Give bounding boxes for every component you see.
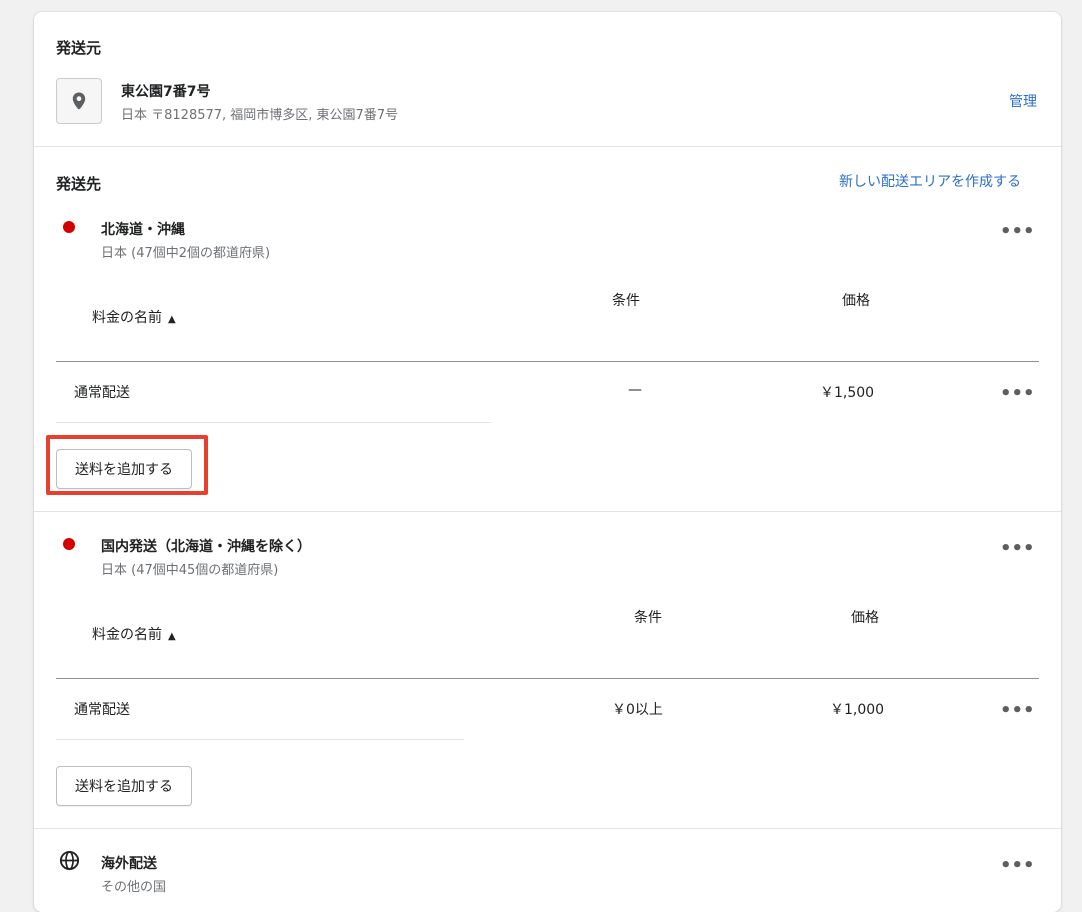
zone-more-actions-button[interactable]: ••• [1000, 223, 1035, 241]
zone-subtitle: その他の国 [101, 880, 167, 895]
create-zone-link[interactable]: 新しい配送エリアを作成する [839, 171, 1021, 191]
shipping-card: 発送元 東公園7番7号 日本 〒8128577, 福岡市博多区, 東公園7番7号… [34, 12, 1061, 912]
zone-name: 国内発送（北海道・沖縄を除く） [101, 539, 311, 555]
destination-heading: 発送先 [56, 175, 102, 193]
origin-address: 日本 〒8128577, 福岡市博多区, 東公園7番7号 [121, 108, 399, 123]
price-column-header: 価格 [851, 610, 879, 626]
rate-name: 通常配送 [74, 385, 130, 401]
zone-subtitle: 日本 (47個中45個の都道府県) [101, 563, 279, 578]
table-header-divider [56, 678, 1039, 679]
rate-more-actions-button[interactable]: ••• [1000, 702, 1035, 720]
rate-more-actions-button[interactable]: ••• [1000, 385, 1035, 403]
location-pin-icon [72, 92, 86, 110]
rate-condition: ￥0以上 [612, 702, 663, 718]
add-rate-button[interactable]: 送料を追加する [56, 449, 192, 489]
rate-name-column-header[interactable]: 料金の名前 ▲ [92, 307, 176, 327]
rate-name: 通常配送 [74, 702, 130, 718]
zone-divider [34, 828, 1061, 829]
origin-location-name: 東公園7番7号 [121, 84, 211, 100]
price-column-header: 価格 [842, 293, 870, 309]
globe-icon [59, 850, 80, 871]
zone-name: 海外配送 [101, 856, 157, 872]
manage-link[interactable]: 管理 [1009, 91, 1037, 111]
rate-name-column-header[interactable]: 料金の名前 ▲ [92, 624, 176, 644]
zone-subtitle: 日本 (47個中2個の都道府県) [101, 246, 271, 261]
add-rate-button[interactable]: 送料を追加する [56, 766, 192, 806]
section-divider [34, 146, 1061, 147]
rate-name-header-label: 料金の名前 [92, 627, 162, 643]
rate-price: ￥1,000 [830, 702, 885, 718]
zone-divider [34, 511, 1061, 512]
zone-color-dot [63, 221, 75, 233]
rate-name-header-label: 料金の名前 [92, 310, 162, 326]
rate-row-divider [56, 739, 464, 740]
location-icon-box [56, 78, 102, 124]
zone-name: 北海道・沖縄 [101, 222, 185, 238]
sort-ascending-icon: ▲ [168, 631, 176, 642]
rate-condition: — [628, 382, 642, 398]
sort-ascending-icon: ▲ [168, 314, 176, 325]
rate-price: ￥1,500 [820, 385, 875, 401]
zone-more-actions-button[interactable]: ••• [1000, 540, 1035, 558]
table-header-divider [56, 361, 1039, 362]
origin-heading: 発送元 [56, 39, 102, 57]
condition-column-header: 条件 [634, 610, 662, 626]
zone-color-dot [63, 538, 75, 550]
condition-column-header: 条件 [612, 293, 640, 309]
zone-more-actions-button[interactable]: ••• [1000, 857, 1035, 875]
rate-row-divider [56, 422, 491, 423]
